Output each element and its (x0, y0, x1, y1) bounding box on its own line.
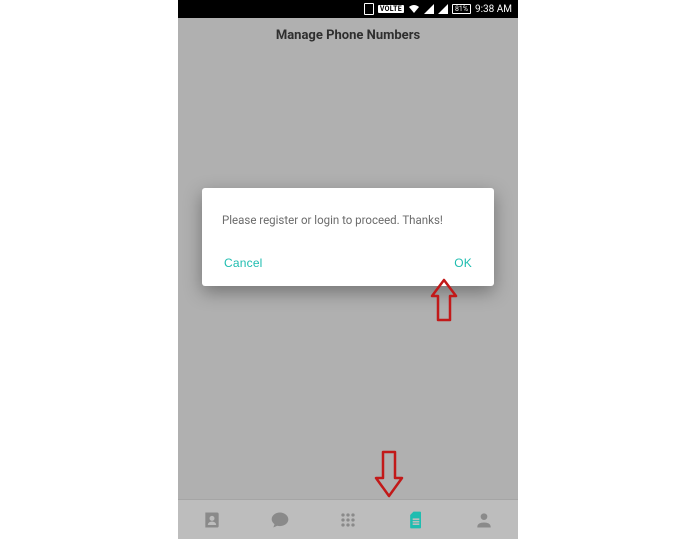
chat-icon (270, 510, 290, 530)
app-header: Manage Phone Numbers (178, 18, 518, 52)
signal-1-icon (424, 4, 434, 14)
cancel-button[interactable]: Cancel (224, 256, 263, 270)
nav-dialpad[interactable] (335, 507, 361, 533)
profile-icon (474, 510, 494, 530)
bottom-nav (178, 499, 518, 539)
nav-profile[interactable] (471, 507, 497, 533)
nav-chat[interactable] (267, 507, 293, 533)
stage: VOLTE 81% 9:38 AM Manage Phone Numbers P… (0, 0, 690, 539)
wifi-icon (408, 4, 420, 14)
signal-2-icon (438, 4, 448, 14)
annotation-arrow-down (374, 448, 404, 498)
contacts-icon (202, 510, 222, 530)
ok-button[interactable]: OK (454, 256, 472, 270)
login-dialog: Please register or login to proceed. Tha… (202, 188, 494, 286)
dialpad-icon (338, 510, 358, 530)
status-clock: 9:38 AM (475, 4, 512, 15)
battery-indicator: 81% (452, 4, 471, 14)
sim-icon (406, 509, 426, 531)
nav-contacts[interactable] (199, 507, 225, 533)
volte-badge: VOLTE (378, 5, 404, 13)
page-title: Manage Phone Numbers (276, 28, 420, 43)
phone-screenshot: VOLTE 81% 9:38 AM Manage Phone Numbers P… (178, 0, 518, 539)
status-bar: VOLTE 81% 9:38 AM (178, 0, 518, 18)
dialog-actions: Cancel OK (222, 254, 474, 276)
nav-sim[interactable] (403, 507, 429, 533)
portrait-lock-icon (364, 3, 374, 15)
dialog-message: Please register or login to proceed. Tha… (222, 212, 474, 228)
